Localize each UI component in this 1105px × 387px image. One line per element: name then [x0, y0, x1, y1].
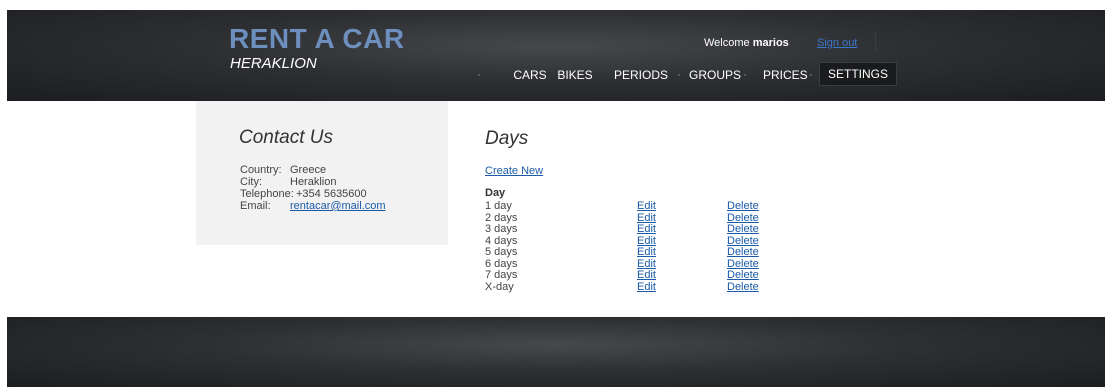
email-link[interactable]: rentacar@mail.com — [290, 200, 386, 212]
header-divider — [875, 32, 876, 52]
nav-cars[interactable]: CARS — [511, 64, 549, 86]
nav-periods[interactable]: PERIODS — [612, 64, 670, 86]
day-cell: 3 days — [485, 223, 518, 235]
table-row: 3 days Edit Delete — [485, 223, 885, 236]
table-row: X-day Edit Delete — [485, 280, 885, 294]
column-header-day: Day — [485, 187, 506, 199]
table-row: 7 days Edit Delete — [485, 269, 885, 282]
edit-link[interactable]: Edit — [637, 200, 656, 213]
edit-link[interactable]: Edit — [637, 269, 656, 282]
page-title: Days — [485, 128, 529, 149]
table-row: 1 day Edit Delete — [485, 200, 885, 213]
day-cell: 7 days — [485, 269, 518, 281]
delete-link[interactable]: Delete — [727, 281, 759, 294]
nav-separator — [744, 74, 746, 76]
edit-link[interactable]: Edit — [637, 246, 656, 259]
contact-value: +354 5635600 — [296, 188, 367, 200]
sign-out-link[interactable]: Sign out — [817, 37, 857, 49]
nav-groups[interactable]: GROUPS — [689, 64, 741, 86]
site-header — [7, 10, 1105, 101]
create-new-link[interactable]: Create New — [485, 165, 543, 177]
contact-label: Telephone: — [240, 188, 294, 200]
days-table: 1 day Edit Delete 2 days Edit Delete 3 d… — [485, 200, 885, 294]
day-cell: 5 days — [485, 246, 518, 258]
contact-label: Email: — [240, 200, 271, 212]
delete-link[interactable]: Delete — [727, 200, 759, 213]
edit-link[interactable]: Edit — [637, 281, 656, 294]
delete-link[interactable]: Delete — [727, 246, 759, 259]
contact-title: Contact Us — [239, 127, 333, 148]
table-row: 5 days Edit Delete — [485, 246, 885, 259]
contact-label: City: — [240, 176, 262, 188]
contact-value: Heraklion — [290, 176, 337, 188]
nav-settings[interactable]: SETTINGS — [819, 62, 897, 86]
username: marios — [752, 37, 789, 49]
day-cell: 1 day — [485, 200, 512, 212]
table-row: 4 days Edit Delete — [485, 235, 885, 248]
nav-separator — [678, 74, 680, 76]
nav-bikes[interactable]: BIKES — [555, 64, 595, 86]
table-row: 6 days Edit Delete — [485, 258, 885, 271]
main-nav: CARS BIKES PERIODS GROUPS PRICES SETTING… — [0, 62, 1105, 86]
nav-separator — [478, 74, 480, 76]
nav-prices[interactable]: PRICES — [763, 64, 808, 86]
table-row: 2 days Edit Delete — [485, 212, 885, 225]
welcome-message: Welcome marios — [704, 37, 789, 49]
day-cell: X-day — [485, 280, 514, 293]
nav-separator — [810, 74, 812, 76]
delete-link[interactable]: Delete — [727, 223, 759, 236]
contact-label: Country: — [240, 164, 282, 176]
logo-title[interactable]: RENT A CAR — [229, 25, 405, 53]
contact-value: Greece — [290, 164, 327, 176]
delete-link[interactable]: Delete — [727, 269, 759, 282]
edit-link[interactable]: Edit — [637, 223, 656, 236]
welcome-prefix: Welcome — [704, 37, 753, 49]
site-footer — [7, 317, 1105, 387]
